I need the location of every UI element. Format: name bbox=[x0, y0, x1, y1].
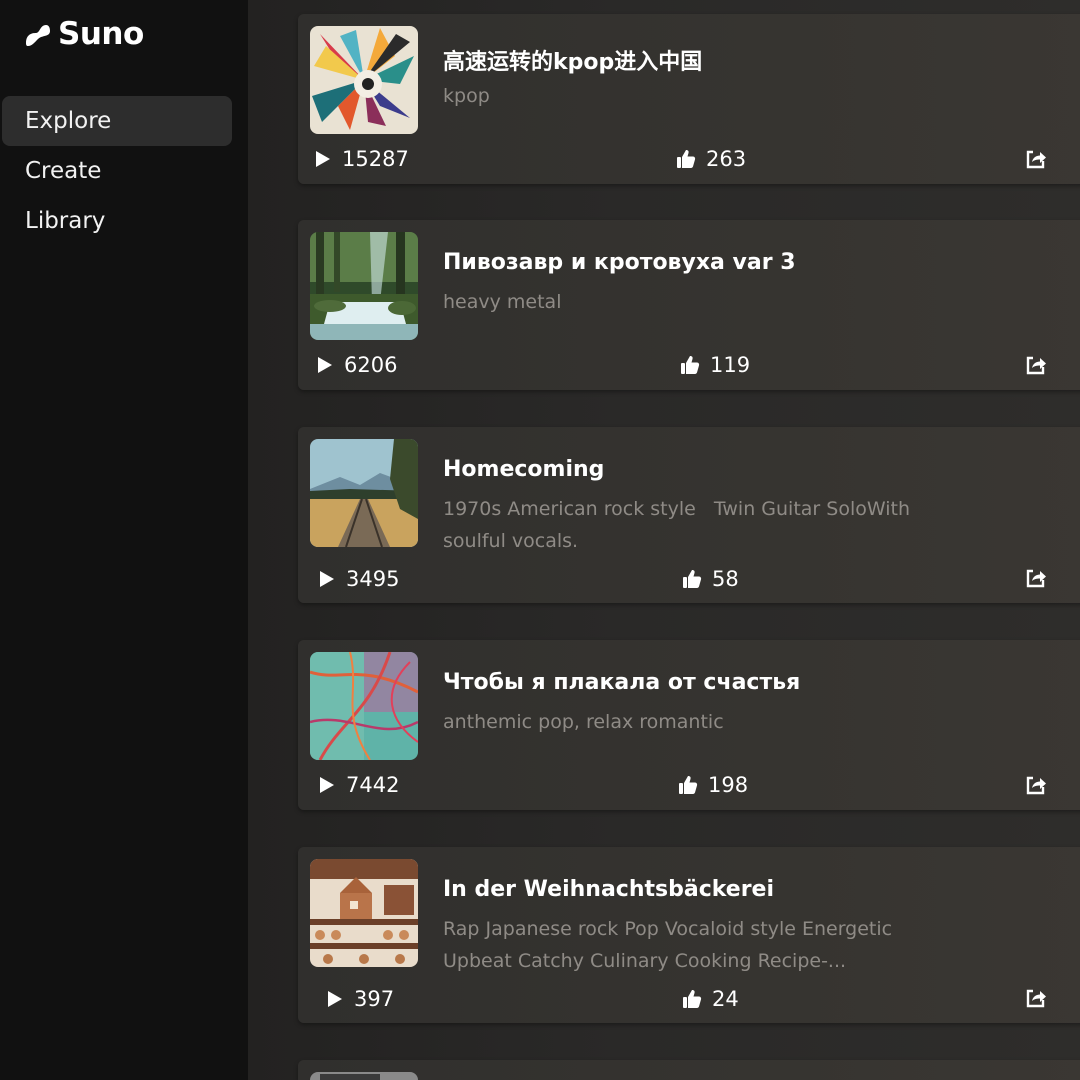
song-cover-image[interactable] bbox=[310, 439, 418, 547]
share-icon[interactable] bbox=[1024, 773, 1048, 797]
like-count[interactable]: 263 bbox=[676, 147, 746, 171]
song-style: heavy metal bbox=[443, 291, 562, 313]
thumbs-up-icon bbox=[683, 570, 702, 588]
share-icon[interactable] bbox=[1024, 147, 1048, 171]
song-style: 1970s American rock style Twin Guitar So… bbox=[443, 498, 917, 552]
song-card[interactable]: In der Weihnachtsbäckerei Rap Japanese r… bbox=[298, 847, 1080, 1023]
song-card[interactable]: Чтобы я плакала от счастья anthemic pop,… bbox=[298, 640, 1080, 810]
song-cover-image[interactable] bbox=[310, 26, 418, 134]
song-feed[interactable]: 高速运转的kpop进入中国 kpop 15287 263 Пивозавр и … bbox=[248, 0, 1080, 1080]
like-count-value: 198 bbox=[708, 773, 749, 797]
play-count-value: 3495 bbox=[346, 567, 400, 591]
like-count-value: 263 bbox=[706, 147, 747, 171]
thumbs-up-icon bbox=[679, 776, 698, 794]
song-card[interactable]: 高速运转的kpop进入中国 kpop 15287 263 bbox=[298, 14, 1080, 184]
song-card[interactable] bbox=[298, 1060, 1080, 1080]
like-count-value: 58 bbox=[712, 567, 739, 591]
song-cover-image[interactable] bbox=[310, 652, 418, 760]
song-style: Rap Japanese rock Pop Vocaloid style Ene… bbox=[443, 918, 899, 972]
song-title[interactable]: Homecoming bbox=[443, 457, 604, 482]
play-count[interactable]: 3495 bbox=[318, 567, 399, 591]
play-count-value: 15287 bbox=[342, 147, 409, 171]
play-icon bbox=[318, 357, 332, 373]
sidebar-nav: Explore Create Library bbox=[2, 96, 232, 246]
song-title[interactable]: Чтобы я плакала от счастья bbox=[443, 670, 800, 695]
play-icon bbox=[328, 991, 342, 1007]
play-count[interactable]: 6206 bbox=[316, 353, 397, 377]
like-count-value: 24 bbox=[712, 987, 739, 1011]
play-icon bbox=[320, 571, 334, 587]
play-count[interactable]: 397 bbox=[326, 987, 394, 1011]
song-title[interactable]: Пивозавр и кротовуха var 3 bbox=[443, 250, 796, 275]
song-card[interactable]: Пивозавр и кротовуха var 3 heavy metal 6… bbox=[298, 220, 1080, 390]
like-count[interactable]: 198 bbox=[678, 773, 748, 797]
like-count-value: 119 bbox=[710, 353, 751, 377]
sidebar-item-library[interactable]: Library bbox=[2, 196, 232, 246]
song-cover-image[interactable] bbox=[310, 1072, 418, 1080]
play-count-value: 7442 bbox=[346, 773, 400, 797]
sidebar: Suno Explore Create Library bbox=[0, 0, 248, 1080]
sidebar-item-explore[interactable]: Explore bbox=[2, 96, 232, 146]
thumbs-up-icon bbox=[681, 356, 700, 374]
thumbs-up-icon bbox=[677, 150, 696, 168]
song-title[interactable]: In der Weihnachtsbäckerei bbox=[443, 877, 774, 902]
share-icon[interactable] bbox=[1024, 566, 1048, 590]
suno-logo-icon bbox=[26, 25, 50, 46]
sidebar-item-create[interactable]: Create bbox=[2, 146, 232, 196]
song-cover-image[interactable] bbox=[310, 232, 418, 340]
share-icon[interactable] bbox=[1024, 353, 1048, 377]
song-title[interactable]: 高速运转的kpop进入中国 bbox=[443, 44, 702, 76]
app-name: Suno bbox=[58, 16, 144, 52]
like-count[interactable]: 24 bbox=[682, 987, 739, 1011]
play-count[interactable]: 15287 bbox=[314, 147, 409, 171]
suno-logo[interactable]: Suno bbox=[22, 16, 144, 52]
thumbs-up-icon bbox=[683, 990, 702, 1008]
song-style: anthemic pop, relax romantic bbox=[443, 711, 724, 733]
like-count[interactable]: 58 bbox=[682, 567, 739, 591]
like-count[interactable]: 119 bbox=[680, 353, 750, 377]
song-card[interactable]: Homecoming 1970s American rock style Twi… bbox=[298, 427, 1080, 603]
play-count[interactable]: 7442 bbox=[318, 773, 399, 797]
song-cover-image[interactable] bbox=[310, 859, 418, 967]
play-count-value: 6206 bbox=[344, 353, 398, 377]
play-count-value: 397 bbox=[354, 987, 395, 1011]
share-icon[interactable] bbox=[1024, 986, 1048, 1010]
play-icon bbox=[320, 777, 334, 793]
play-icon bbox=[316, 151, 330, 167]
song-style: kpop bbox=[443, 85, 490, 107]
